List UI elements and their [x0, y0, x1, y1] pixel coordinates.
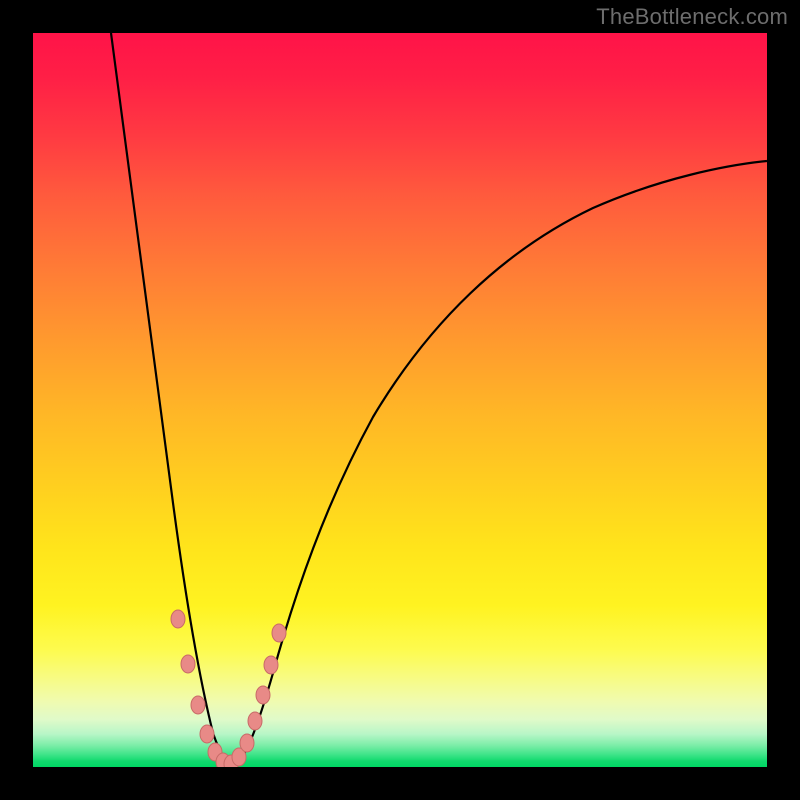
curve-path [111, 33, 767, 765]
data-marker [191, 696, 205, 714]
data-marker [171, 610, 185, 628]
data-marker [264, 656, 278, 674]
data-marker [181, 655, 195, 673]
data-marker [272, 624, 286, 642]
data-marker [248, 712, 262, 730]
data-marker [200, 725, 214, 743]
data-marker [240, 734, 254, 752]
plot-area [33, 33, 767, 767]
bottleneck-curve [33, 33, 767, 767]
chart-frame: TheBottleneck.com [0, 0, 800, 800]
data-marker [256, 686, 270, 704]
watermark-text: TheBottleneck.com [596, 4, 788, 30]
